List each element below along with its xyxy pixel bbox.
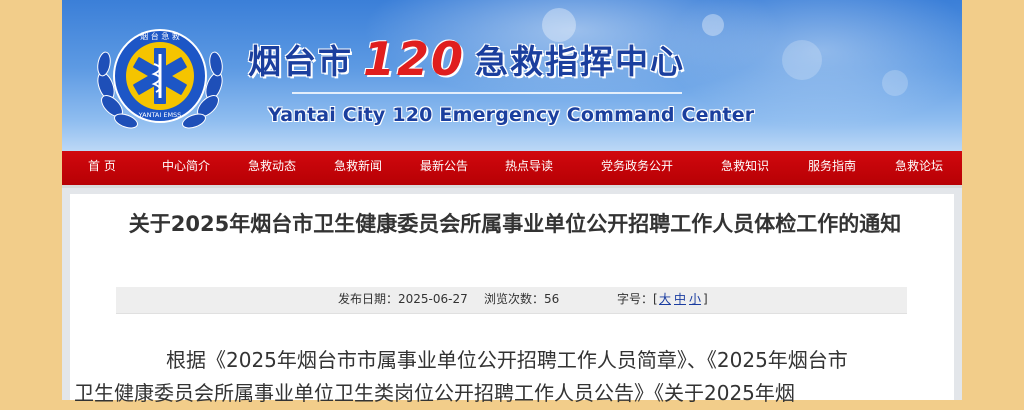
views-count: 56: [544, 292, 560, 306]
article-meta-bar: 发布日期： 2025-06-27 浏览次数： 56 字号： [ 大 中 小 ]: [116, 287, 907, 314]
page: 烟 台 急 救 YANTAI EMSS 烟台市 120 急救指挥中心 Yantai …: [62, 0, 962, 405]
font-size-small-link[interactable]: 小: [689, 287, 701, 311]
site-title-prefix: 烟台市: [248, 42, 353, 81]
nav-item-service-guide[interactable]: 服务指南: [808, 151, 856, 185]
publish-date-label: 发布日期：: [338, 292, 399, 306]
emblem-bottom-text: YANTAI EMSS: [138, 111, 182, 119]
header-banner: 烟 台 急 救 YANTAI EMSS 烟台市 120 急救指挥中心 Yantai …: [62, 0, 962, 151]
ems-emblem-logo: 烟 台 急 救 YANTAI EMSS: [97, 29, 223, 129]
article-body-line-1: 根据《2025年烟台市市属事业单位公开招聘工作人员简章》、《2025年烟台市: [166, 348, 848, 372]
emblem-top-text: 烟 台 急 救: [140, 31, 180, 41]
nav-item-news[interactable]: 急救新闻: [334, 151, 382, 185]
title-divider: [292, 92, 682, 94]
font-size-large-link[interactable]: 大: [659, 287, 671, 311]
article-body: 根据《2025年烟台市市属事业单位公开招聘工作人员简章》、《2025年烟台市 卫…: [74, 344, 900, 410]
site-title-suffix: 急救指挥中心: [475, 42, 686, 81]
nav-item-hot-topics[interactable]: 热点导读: [505, 151, 553, 185]
font-size-medium-link[interactable]: 中: [674, 287, 686, 311]
publish-date: 2025-06-27: [398, 292, 468, 306]
bracket-open: [: [653, 292, 658, 306]
main-nav: 首 页 中心简介 急救动态 急救新闻 最新公告 热点导读 党务政务公开 急救知识…: [62, 151, 962, 188]
nav-item-forum[interactable]: 急救论坛: [895, 151, 943, 185]
article-title: 关于2025年烟台市卫生健康委员会所属事业单位公开招聘工作人员体检工作的通知: [128, 212, 902, 236]
nav-item-knowledge[interactable]: 急救知识: [721, 151, 769, 185]
site-title-en: Yantai City 120 Emergency Command Center: [268, 104, 755, 126]
nav-item-party-affairs[interactable]: 党务政务公开: [601, 151, 673, 185]
nav-item-about[interactable]: 中心简介: [162, 151, 210, 185]
article-body-line-2: 卫生健康委员会所属事业单位卫生类岗位公开招聘工作人员公告》《关于2025年烟: [74, 381, 795, 405]
article-panel: 关于2025年烟台市卫生健康委员会所属事业单位公开招聘工作人员体检工作的通知 发…: [70, 194, 954, 405]
nav-item-dynamics[interactable]: 急救动态: [248, 151, 296, 185]
nav-item-home[interactable]: 首 页: [88, 151, 116, 185]
bracket-close: ]: [703, 292, 708, 306]
font-size-label: 字号：: [617, 292, 654, 306]
site-title-number: 120: [363, 32, 466, 86]
nav-item-notices[interactable]: 最新公告: [420, 151, 468, 185]
views-label: 浏览次数：: [484, 292, 545, 306]
site-title-cn: 烟台市 120 急救指挥中心: [248, 30, 686, 86]
